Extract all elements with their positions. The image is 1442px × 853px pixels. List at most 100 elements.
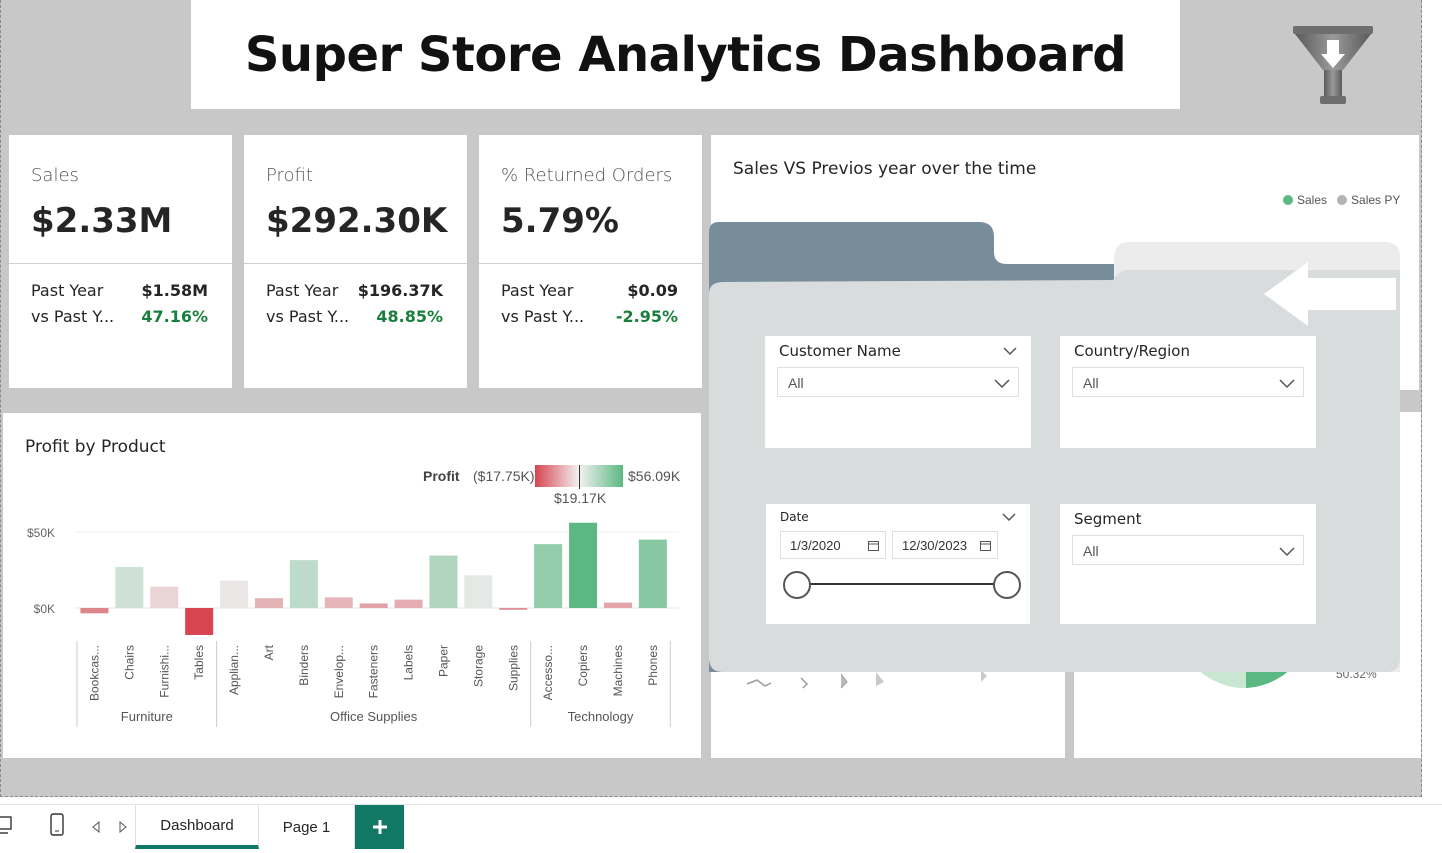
arrow-left-icon[interactable] [1264, 262, 1399, 326]
chart-legend: Sales Sales PY [1283, 193, 1400, 207]
divider [9, 263, 232, 264]
kpi-label: Profit [266, 165, 313, 186]
x-tick-label: Accesso... [541, 645, 555, 700]
x-tick-label: Art [262, 644, 276, 660]
x-tick-label: Storage [471, 645, 485, 687]
slicer-date: Date 1/3/2020 12/30/2023 [766, 504, 1030, 624]
slicer-customer-name: Customer Name All [765, 336, 1031, 448]
mobile-view-icon[interactable] [50, 813, 64, 837]
chevron-down-icon[interactable] [1002, 510, 1016, 524]
bar-labels [394, 599, 423, 608]
kpi-vs-label: vs Past Y... [501, 307, 585, 326]
kpi-label: % Returned Orders [501, 165, 673, 186]
kpi-card-sales: Sales $2.33M Past Year $1.58M vs Past Y.… [9, 135, 232, 388]
x-tick-label: Copiers [576, 645, 590, 686]
kpi-value: 5.79% [501, 201, 619, 241]
bar-copiers [569, 522, 598, 608]
date-slider-end-handle[interactable] [993, 571, 1021, 599]
desktop-view-icon[interactable] [0, 815, 14, 837]
calendar-icon[interactable] [868, 540, 879, 551]
kpi-py-label: Past Year [266, 281, 339, 300]
legend-dot-sales [1283, 195, 1293, 205]
date-slider-start-handle[interactable] [783, 571, 811, 599]
next-page-icon[interactable] [118, 821, 128, 833]
group-label: Furniture [121, 709, 173, 724]
bar-paper [429, 555, 458, 608]
profit-by-product-chart: Profit by Product Profit ($17.75K) $56.0… [3, 413, 701, 758]
divider [479, 263, 702, 264]
tab-label: Page 1 [282, 818, 331, 836]
bar-storage [464, 575, 493, 608]
country-region-dropdown[interactable]: All [1072, 367, 1304, 397]
funnel-download-icon[interactable] [1287, 24, 1377, 114]
chevron-down-icon [1279, 547, 1295, 557]
date-slider-track[interactable] [796, 583, 1008, 585]
plus-icon [372, 820, 387, 834]
kpi-value: $2.33M [31, 201, 173, 241]
slicer-title: Customer Name [779, 342, 901, 360]
kpi-value: $292.30K [266, 201, 448, 241]
calendar-icon[interactable] [980, 540, 991, 551]
x-tick-label: Binders [297, 645, 311, 686]
bar-envelop [324, 597, 353, 608]
y-tick-label: $50K [27, 526, 55, 540]
x-tick-label: Fasteners [367, 645, 381, 698]
bar-furnishi [150, 586, 179, 608]
kpi-vs-value: 48.85% [376, 307, 443, 326]
chevron-down-icon [994, 379, 1010, 389]
profit-bars: $0K $50K Bookcas... Chairs Furnishi... Tables… [27, 522, 679, 727]
x-tick-label: Phones [646, 645, 660, 686]
bar-accesso [534, 544, 563, 608]
kpi-py-value: $1.58M [141, 281, 208, 300]
kpi-py-value: $0.09 [627, 281, 678, 300]
bar-applian [220, 580, 249, 608]
bar-art [254, 598, 283, 608]
add-page-button[interactable] [355, 805, 404, 849]
divider [244, 263, 467, 264]
customer-name-dropdown[interactable]: All [777, 367, 1019, 397]
date-start-value: 1/3/2020 [790, 538, 841, 553]
date-end-input[interactable]: 12/30/2023 [892, 531, 998, 559]
group-label: Technology [568, 709, 634, 724]
tab-dashboard[interactable]: Dashboard [135, 805, 259, 849]
bar-supplies [499, 608, 528, 610]
legend-label-sales-py: Sales PY [1351, 193, 1401, 207]
segment-dropdown[interactable]: All [1072, 535, 1304, 565]
x-tick-label: Applian... [227, 645, 241, 695]
tab-label: Dashboard [160, 816, 234, 834]
x-tick-label: Machines [611, 645, 625, 696]
x-tick-label: Paper [436, 645, 450, 677]
tab-page-1[interactable]: Page 1 [259, 805, 355, 849]
slicer-country-region: Country/Region All [1060, 336, 1316, 448]
bar-fasteners [359, 603, 388, 608]
page-title: Super Store Analytics Dashboard [244, 26, 1127, 83]
kpi-py-label: Past Year [31, 281, 104, 300]
x-tick-label: Bookcas... [87, 645, 101, 701]
date-start-input[interactable]: 1/3/2020 [780, 531, 886, 559]
x-tick-label: Supplies [506, 645, 520, 691]
bar-binders [289, 560, 318, 608]
filter-pane: Customer Name All Country/Region All Dat… [709, 222, 1400, 672]
kpi-vs-value: -2.95% [615, 307, 678, 326]
chart-title: Sales VS Previos year over the time [733, 159, 1037, 179]
report-canvas: Super Store Analytics Dashboard Sales $2… [0, 0, 1422, 797]
kpi-vs-value: 47.16% [141, 307, 208, 326]
x-tick-label: Chairs [122, 645, 136, 680]
kpi-vs-label: vs Past Y... [31, 307, 115, 326]
bar-chairs [115, 566, 144, 608]
date-end-value: 12/30/2023 [902, 538, 968, 553]
kpi-py-label: Past Year [501, 281, 574, 300]
dropdown-value: All [1083, 375, 1099, 391]
kpi-py-value: $196.37K [357, 281, 443, 300]
kpi-vs-label: vs Past Y... [266, 307, 350, 326]
x-tick-label: Furnishi... [157, 645, 171, 698]
page-tab-bar: Dashboard Page 1 [0, 804, 1442, 853]
title-banner: Super Store Analytics Dashboard [191, 0, 1180, 109]
group-label: Office Supplies [330, 709, 418, 724]
slicer-title: Country/Region [1074, 342, 1190, 360]
chevron-down-icon[interactable] [1003, 344, 1017, 358]
bar-machines [603, 602, 632, 608]
x-tick-label: Envelop... [332, 645, 346, 698]
slicer-segment: Segment All [1060, 504, 1316, 624]
prev-page-icon[interactable] [91, 821, 101, 833]
